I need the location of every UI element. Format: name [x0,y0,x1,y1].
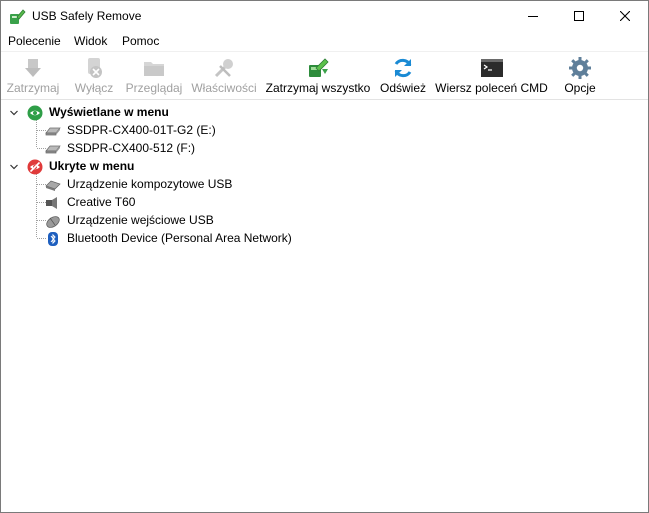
speaker-icon [46,197,57,209]
window-title: USB Safely Remove [32,9,142,23]
properties-button-label: Właściwości [191,81,257,95]
close-icon [620,11,630,21]
drive-icon [45,127,61,136]
minimize-icon [528,16,538,17]
refresh-button-label: Odśwież [379,81,426,95]
maximize-button[interactable] [556,1,602,32]
browse-button-label: Przeglądaj [125,81,183,95]
maximize-icon [574,11,584,21]
properties-button[interactable]: Właściwości [189,52,259,98]
tree-item-label: Urządzenie wejściowe USB [67,213,214,227]
tree-item-usb-input[interactable]: Urządzenie wejściowe USB [1,212,648,230]
cmd-button-label: Wiersz poleceń CMD [435,81,548,95]
stop-button-label: Zatrzymaj [6,81,60,95]
mouse-icon [46,216,60,228]
bluetooth-icon [48,232,58,246]
tree-item-label: SSDPR-CX400-01T-G2 (E:) [67,123,216,137]
toolbar: Zatrzymaj Wyłącz Przeglądaj Właściwości … [1,51,648,100]
stop-all-icon [309,58,329,77]
tree-item-drive-f[interactable]: SSDPR-CX400-512 (F:) [1,140,648,158]
menu-pomoc[interactable]: Pomoc [122,34,159,48]
tree-item-usb-composite[interactable]: Urządzenie kompozytowe USB [1,176,648,194]
tree-group-hidden[interactable]: Ukryte w menu [1,158,648,176]
close-button[interactable] [602,1,648,32]
tree-item-label: SSDPR-CX400-512 (F:) [67,141,196,155]
tree-item-label: Bluetooth Device (Personal Area Network) [67,231,292,245]
app-window: USB Safely Remove Polecenie Widok Pomoc … [0,0,649,513]
options-button[interactable]: Opcje [557,52,603,98]
menu-bar: Polecenie Widok Pomoc [1,32,648,51]
tree-item-creative-t60[interactable]: Creative T60 [1,194,648,212]
browse-button[interactable]: Przeglądaj [123,52,185,98]
tree-group-shown-label: Wyświetlane w menu [49,105,169,119]
gear-icon [569,57,591,79]
tree-item-drive-e[interactable]: SSDPR-CX400-01T-G2 (E:) [1,122,648,140]
minimize-button[interactable] [510,1,556,32]
usb-stop-icon [25,59,41,77]
eye-icon [27,105,43,121]
cmd-icon [480,59,503,77]
stop-all-button-label: Zatrzymaj wszystko [265,81,371,95]
tree-item-bluetooth-pan[interactable]: Bluetooth Device (Personal Area Network) [1,230,648,248]
power-off-button-label: Wyłącz [74,81,114,95]
refresh-button[interactable]: Odśwież [376,52,430,98]
chevron-down-icon[interactable] [9,108,19,118]
power-off-button[interactable]: Wyłącz [67,52,121,98]
options-button-label: Opcje [564,81,596,95]
cmd-button[interactable]: Wiersz poleceń CMD [433,52,550,98]
menu-widok[interactable]: Widok [74,34,107,48]
usb-device-icon [45,180,61,191]
eye-hidden-icon [27,159,43,175]
title-bar: USB Safely Remove [1,1,648,32]
stop-all-button[interactable]: Zatrzymaj wszystko [263,52,373,98]
menu-polecenie[interactable]: Polecenie [8,34,61,48]
tree-item-label: Creative T60 [67,195,136,209]
tree-item-label: Urządzenie kompozytowe USB [67,177,233,191]
device-tree[interactable]: Wyświetlane w menu SSDPR-CX400-01T-G2 (E… [1,99,648,512]
tree-group-shown[interactable]: Wyświetlane w menu [1,104,648,122]
tree-group-hidden-label: Ukryte w menu [49,159,135,173]
drive-icon [45,145,61,154]
refresh-icon [394,58,412,78]
power-off-icon [88,58,102,78]
tools-icon [214,59,233,78]
chevron-down-icon[interactable] [9,162,19,172]
stop-button[interactable]: Zatrzymaj [3,52,63,98]
folder-icon [144,62,164,76]
usb-safely-remove-app-icon [10,9,26,24]
